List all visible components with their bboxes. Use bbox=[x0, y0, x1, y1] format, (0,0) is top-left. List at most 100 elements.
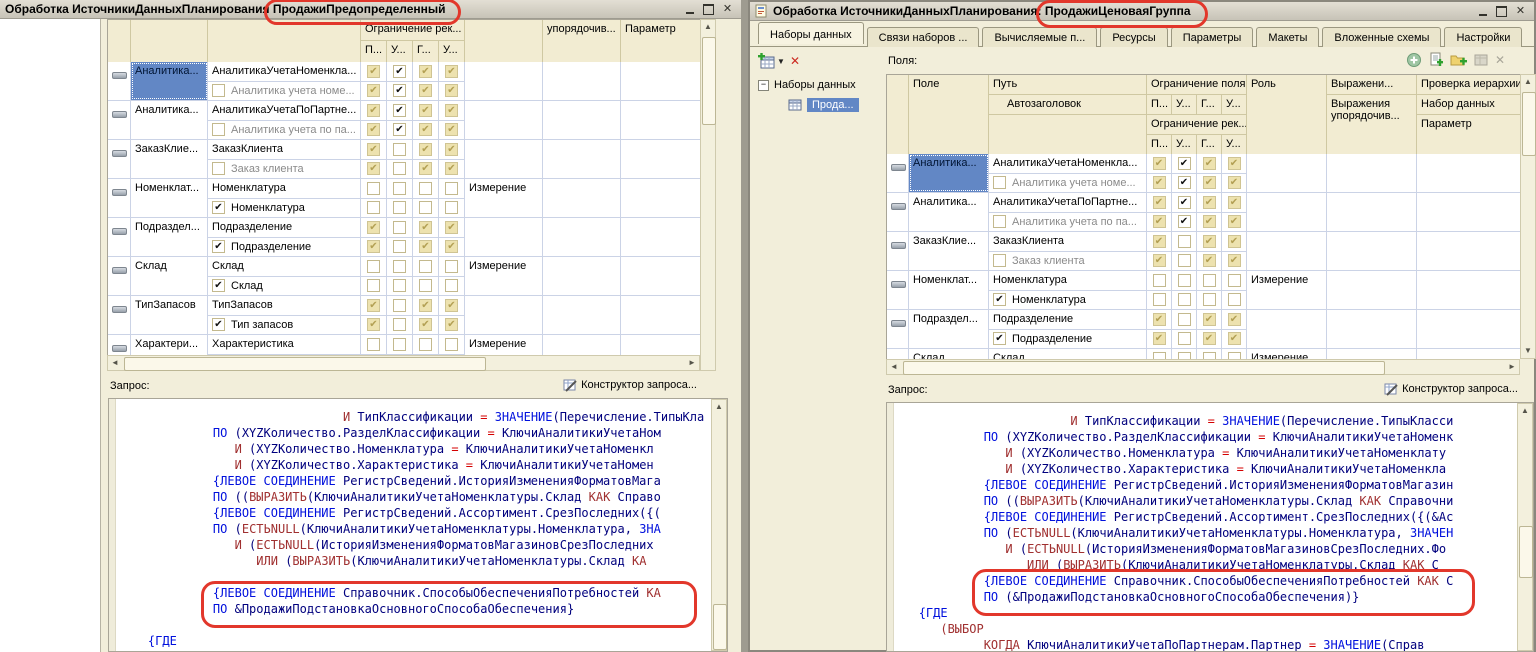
scroll-left-icon[interactable]: ◄ bbox=[887, 360, 901, 374]
restriction-checkbox[interactable] bbox=[393, 143, 406, 156]
drag-handle-icon[interactable] bbox=[891, 281, 906, 288]
restriction-checkbox[interactable] bbox=[1228, 293, 1241, 306]
restriction-checkbox[interactable]: ✔ bbox=[1178, 176, 1191, 189]
fields-table[interactable]: Аналитика... АналитикаУчетаНоменкла... Ана… bbox=[107, 62, 702, 355]
titlebar[interactable]: Обработка ИсточникиДанныхПланирования Пр… bbox=[0, 0, 741, 19]
restriction-checkbox[interactable]: ✔ bbox=[419, 143, 432, 156]
path-cell[interactable]: Склад bbox=[208, 257, 361, 276]
autoheader-checkbox[interactable] bbox=[993, 176, 1006, 189]
copy-add-icon[interactable] bbox=[1428, 52, 1444, 68]
restriction-checkbox[interactable]: ✔ bbox=[367, 143, 380, 156]
field-cell[interactable]: Склад bbox=[909, 349, 989, 359]
restriction-checkbox[interactable]: ✔ bbox=[1228, 313, 1241, 326]
tree-node-datasets[interactable]: − Наборы данных bbox=[758, 79, 856, 91]
autoheader-checkbox[interactable]: ✔ bbox=[993, 332, 1006, 345]
restriction-checkbox[interactable] bbox=[1178, 352, 1191, 359]
tab-8[interactable]: Настройки bbox=[1444, 27, 1522, 47]
table-row[interactable]: Номенклат...Номенклатура✔НоменклатураИзм… bbox=[887, 271, 1521, 310]
restriction-checkbox[interactable]: ✔ bbox=[1203, 313, 1216, 326]
restriction-checkbox[interactable]: ✔ bbox=[445, 318, 458, 331]
drag-handle-icon[interactable] bbox=[112, 72, 127, 79]
drag-handle-icon[interactable] bbox=[112, 189, 127, 196]
drag-handle-icon[interactable] bbox=[891, 203, 906, 210]
restriction-checkbox[interactable]: ✔ bbox=[1178, 196, 1191, 209]
restriction-checkbox[interactable]: ✔ bbox=[1153, 176, 1166, 189]
restriction-checkbox[interactable]: ✔ bbox=[367, 65, 380, 78]
scroll-up-icon[interactable]: ▲ bbox=[1518, 404, 1532, 418]
tab-5[interactable]: Параметры bbox=[1171, 27, 1254, 47]
autoheader-checkbox[interactable]: ✔ bbox=[993, 293, 1006, 306]
field-cell[interactable]: Аналитика... bbox=[131, 101, 208, 139]
scroll-right-icon[interactable]: ► bbox=[685, 356, 699, 370]
drag-handle-icon[interactable] bbox=[112, 306, 127, 313]
add-icon[interactable] bbox=[1406, 52, 1422, 68]
path-cell[interactable]: АналитикаУчетаНоменкла... bbox=[208, 62, 361, 81]
close-button[interactable]: ✕ bbox=[1512, 4, 1529, 18]
path-cell[interactable]: Подразделение bbox=[208, 218, 361, 237]
restriction-checkbox[interactable]: ✔ bbox=[445, 162, 458, 175]
field-cell[interactable]: Характери... bbox=[131, 335, 208, 355]
restriction-checkbox[interactable]: ✔ bbox=[1228, 196, 1241, 209]
query-vertical-scrollbar[interactable]: ▲ bbox=[711, 399, 727, 651]
table-row[interactable]: Аналитика...АналитикаУчетаПоПартне...Ана… bbox=[108, 101, 701, 140]
restriction-checkbox[interactable] bbox=[393, 338, 406, 351]
restriction-checkbox[interactable] bbox=[393, 221, 406, 234]
path-cell[interactable]: Характеристика bbox=[208, 335, 361, 354]
restriction-checkbox[interactable]: ✔ bbox=[393, 104, 406, 117]
restriction-checkbox[interactable]: ✔ bbox=[367, 84, 380, 97]
restriction-checkbox[interactable]: ✔ bbox=[393, 65, 406, 78]
path-cell[interactable]: ЗаказКлиента bbox=[989, 232, 1147, 251]
restriction-checkbox[interactable]: ✔ bbox=[1228, 157, 1241, 170]
restriction-checkbox[interactable] bbox=[393, 299, 406, 312]
table-row[interactable]: Подраздел...Подразделение✔Подразделение✔… bbox=[887, 310, 1521, 349]
restriction-checkbox[interactable] bbox=[419, 260, 432, 273]
query-vertical-scrollbar[interactable]: ▲ bbox=[1517, 403, 1533, 651]
field-cell[interactable]: Аналитика... bbox=[909, 193, 989, 231]
tab-2[interactable]: Связи наборов ... bbox=[867, 27, 980, 47]
restriction-checkbox[interactable]: ✔ bbox=[419, 123, 432, 136]
autoheader-checkbox[interactable] bbox=[212, 162, 225, 175]
restriction-checkbox[interactable]: ✔ bbox=[1203, 215, 1216, 228]
restriction-checkbox[interactable]: ✔ bbox=[419, 65, 432, 78]
restriction-checkbox[interactable] bbox=[393, 162, 406, 175]
restriction-checkbox[interactable]: ✔ bbox=[367, 123, 380, 136]
restriction-checkbox[interactable] bbox=[367, 260, 380, 273]
restriction-checkbox[interactable] bbox=[393, 318, 406, 331]
restriction-checkbox[interactable]: ✔ bbox=[1203, 157, 1216, 170]
restriction-checkbox[interactable] bbox=[419, 279, 432, 292]
add-group-folder-icon[interactable] bbox=[1450, 52, 1467, 68]
minimize-button[interactable] bbox=[1474, 4, 1491, 18]
drag-handle-icon[interactable] bbox=[891, 164, 906, 171]
table-row[interactable]: СкладСклад✔СкладИзмерение bbox=[108, 257, 701, 296]
restriction-checkbox[interactable] bbox=[1203, 293, 1216, 306]
autoheader-checkbox[interactable]: ✔ bbox=[212, 318, 225, 331]
path-cell[interactable]: ЗаказКлиента bbox=[208, 140, 361, 159]
drag-handle-icon[interactable] bbox=[891, 242, 906, 249]
table-row[interactable]: Аналитика...АналитикаУчетаНоменкла...Ана… bbox=[108, 62, 701, 101]
field-cell[interactable]: Подраздел... bbox=[131, 218, 208, 256]
restriction-checkbox[interactable] bbox=[393, 240, 406, 253]
restriction-checkbox[interactable]: ✔ bbox=[1228, 235, 1241, 248]
scroll-up-icon[interactable]: ▲ bbox=[1521, 75, 1535, 89]
restriction-checkbox[interactable] bbox=[1178, 332, 1191, 345]
restriction-checkbox[interactable]: ✔ bbox=[367, 162, 380, 175]
restriction-checkbox[interactable]: ✔ bbox=[419, 318, 432, 331]
maximize-button[interactable] bbox=[1493, 4, 1510, 18]
restriction-checkbox[interactable]: ✔ bbox=[445, 84, 458, 97]
restriction-checkbox[interactable]: ✔ bbox=[419, 240, 432, 253]
restriction-checkbox[interactable] bbox=[1153, 274, 1166, 287]
restriction-checkbox[interactable]: ✔ bbox=[367, 104, 380, 117]
restriction-checkbox[interactable]: ✔ bbox=[1153, 332, 1166, 345]
table-row[interactable]: Подраздел...Подразделение✔Подразделение✔… bbox=[108, 218, 701, 257]
minimize-button[interactable] bbox=[681, 2, 698, 16]
path-cell[interactable]: Номенклатура bbox=[208, 179, 361, 198]
restriction-checkbox[interactable] bbox=[1178, 235, 1191, 248]
restriction-checkbox[interactable] bbox=[1153, 352, 1166, 359]
restriction-checkbox[interactable]: ✔ bbox=[419, 162, 432, 175]
path-cell[interactable]: Номенклатура bbox=[989, 271, 1147, 290]
table-row[interactable]: ТипЗапасовТипЗапасов✔Тип запасов✔✔✔✔✔✔ bbox=[108, 296, 701, 335]
restriction-checkbox[interactable]: ✔ bbox=[1228, 254, 1241, 267]
restriction-checkbox[interactable]: ✔ bbox=[367, 240, 380, 253]
restriction-checkbox[interactable]: ✔ bbox=[367, 299, 380, 312]
scroll-right-icon[interactable]: ► bbox=[1505, 360, 1519, 374]
